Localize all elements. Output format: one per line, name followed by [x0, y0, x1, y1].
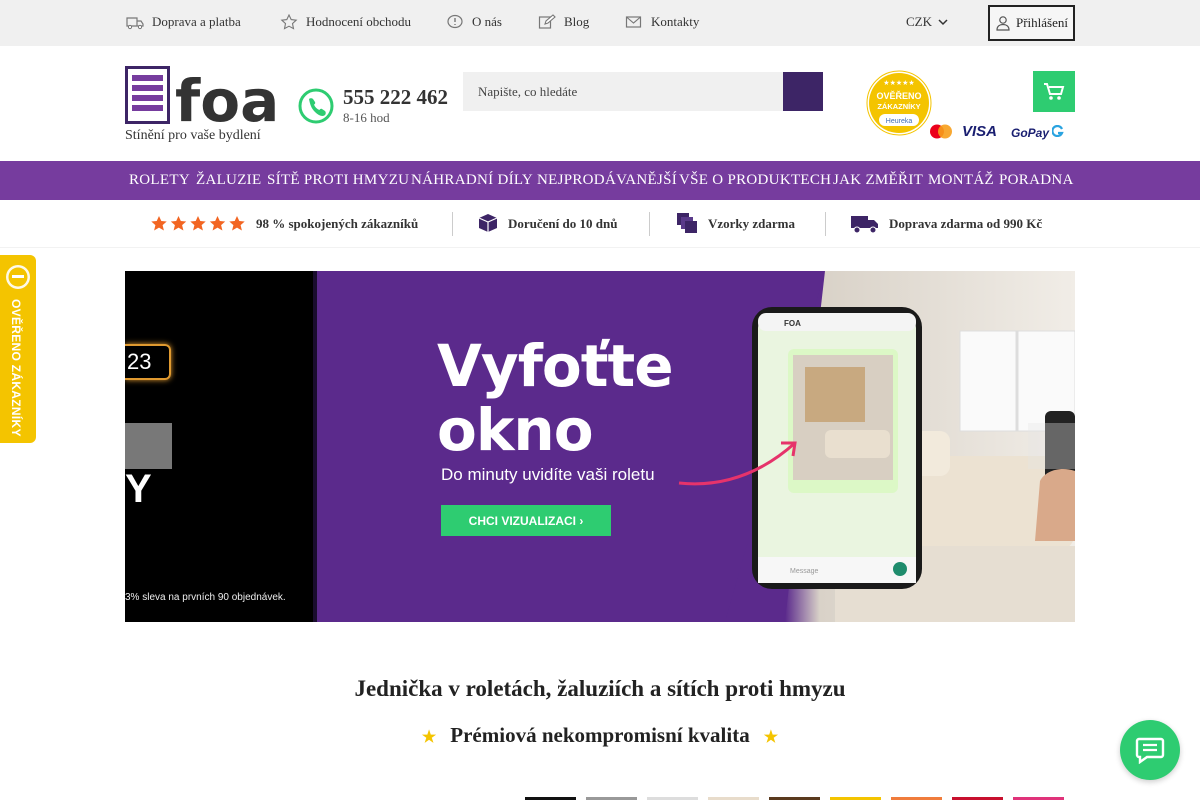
hero-banner[interactable]: 23 Y 3% sleva na prvních 90 objednávek. … — [125, 271, 1075, 622]
promo-code: 23 — [125, 344, 171, 380]
benefit-samples: Vzorky zdarma — [708, 216, 796, 231]
user-icon — [996, 16, 1010, 31]
login-label: Přihlášení — [1016, 15, 1068, 30]
main-nav: ROLETY ŽALUZIE SÍTĚ PROTI HMYZU NÁHRADNÍ… — [0, 161, 1200, 200]
carousel-next-button[interactable] — [1028, 423, 1075, 469]
side-tab-label: OVĚŘENO ZÁKAZNÍKY — [9, 299, 23, 437]
five-stars-icon — [151, 216, 245, 231]
benefits-bar: 98 % spokojených zákazníků Doručení do 1… — [0, 200, 1200, 248]
promo-letter: Y — [125, 467, 152, 511]
mastercard-icon — [930, 124, 952, 139]
verified-side-tab[interactable]: OVĚŘENO ZÁKAZNÍKY — [0, 255, 36, 443]
search-button[interactable] — [783, 72, 823, 111]
box-icon — [478, 214, 498, 232]
truck-icon — [126, 17, 144, 30]
visualization-cta-button[interactable]: CHCI VIZUALIZACI › — [441, 505, 611, 536]
topbar-link-label: O nás — [472, 14, 502, 29]
top-bar: Doprava a platba Hodnocení obchodu O nás… — [0, 0, 1200, 46]
login-button[interactable]: Přihlášení — [988, 5, 1075, 41]
topbar-link-label: Blog — [564, 14, 590, 29]
logo-text: foa — [175, 67, 279, 126]
badge-line1: OVĚŘENO — [876, 90, 921, 101]
samples-icon — [677, 213, 697, 233]
topbar-link-shipping[interactable]: Doprava a platba — [126, 14, 241, 30]
svg-text:★★★★★: ★★★★★ — [883, 79, 914, 87]
cart-icon — [1044, 82, 1065, 100]
benefit-divider — [825, 212, 826, 236]
pink-arrow-icon — [678, 441, 797, 486]
currency-value: CZK — [906, 14, 932, 29]
nav-item-vse-o-produktech[interactable]: VŠE O PRODUKTECH — [679, 172, 831, 189]
cart-button[interactable] — [1033, 71, 1075, 112]
delivery-truck-icon — [851, 216, 878, 234]
banner-headline-1: Vyfoťte — [437, 332, 674, 400]
benefit-free-shipping: Doprava zdarma od 990 Kč — [889, 216, 1043, 231]
heureka-mini-badge-icon — [6, 265, 30, 289]
section-subline: ★ Prémiová nekompromisní kvalita ★ — [0, 723, 1200, 748]
star-icon: ★ — [763, 729, 779, 746]
topbar-link-label: Kontakty — [651, 14, 700, 29]
mail-icon — [625, 16, 642, 28]
gopay-g-icon — [1051, 124, 1065, 138]
topbar-link-reviews[interactable]: Hodnocení obchodu — [280, 14, 411, 30]
benefit-delivery: Doručení do 10 dnů — [508, 216, 618, 231]
phone-icon — [298, 88, 334, 124]
slide-divider — [313, 271, 317, 622]
nav-item-rolety[interactable]: ROLETY — [129, 172, 190, 189]
badge-brand: Heureka — [886, 118, 913, 125]
nav-item-jak-zmerit[interactable]: JAK ZMĚŘIT — [833, 172, 923, 189]
nav-item-zaluzie[interactable]: ŽALUZIE — [196, 172, 261, 189]
visa-logo: VISA — [962, 123, 998, 140]
topbar-link-blog[interactable]: Blog — [538, 14, 589, 30]
section-headline: Jednička v roletách, žaluziích a sítích … — [354, 676, 846, 701]
topbar-link-label: Hodnocení obchodu — [306, 14, 412, 29]
gopay-logo: GoPay — [1011, 124, 1065, 140]
edit-icon — [538, 14, 556, 29]
benefit-divider — [649, 212, 650, 236]
heureka-badge[interactable]: ★★★★★ OVĚŘENO ZÁKAZNÍKY Heureka — [866, 70, 932, 136]
carousel-prev-button[interactable] — [125, 423, 172, 469]
tagline: Stínění pro vaše bydlení — [125, 128, 261, 143]
promo-note: 3% sleva na prvních 90 objednávek. — [125, 592, 286, 603]
chat-bubble-icon — [1135, 737, 1165, 764]
nav-item-nahradni-dily[interactable]: NÁHRADNÍ DÍLY — [411, 172, 533, 189]
badge-line2: ZÁKAZNÍKY — [877, 102, 920, 111]
nav-item-montaz[interactable]: MONTÁŽ — [928, 172, 994, 189]
phone-number[interactable]: 555 222 462 — [343, 85, 448, 110]
search-input[interactable] — [463, 72, 783, 111]
benefit-divider — [452, 212, 453, 236]
subline-text: Prémiová nekompromisní kvalita — [450, 723, 750, 747]
chat-button[interactable] — [1120, 720, 1180, 780]
phone-app-title: FOA — [784, 319, 801, 328]
info-bubble-icon — [447, 14, 463, 29]
foa-logo[interactable]: foa — [125, 66, 290, 126]
nav-item-nejprodavanejsi[interactable]: NEJPRODÁVANĚJŠÍ — [537, 172, 677, 189]
benefit-satisfaction: 98 % spokojených zákazníků — [256, 216, 419, 231]
nav-item-site[interactable]: SÍTĚ PROTI HMYZU — [267, 172, 409, 189]
nav-item-poradna[interactable]: PORADNA — [999, 172, 1074, 189]
topbar-link-about[interactable]: O nás — [446, 14, 502, 30]
gopay-text: GoPay — [1011, 126, 1050, 140]
chevron-down-icon — [938, 19, 948, 26]
star-outline-icon — [280, 14, 298, 30]
banner-subtitle: Do minuty uvidíte vaši roletu — [441, 465, 655, 484]
banner-headline-2: okno — [437, 396, 594, 464]
topbar-link-contacts[interactable]: Kontakty — [625, 14, 699, 30]
phone-hours: 8-16 hod — [343, 110, 390, 125]
topbar-link-label: Doprava a platba — [152, 14, 241, 29]
currency-select[interactable]: CZK — [906, 14, 948, 30]
star-icon: ★ — [421, 729, 437, 746]
message-placeholder: Message — [790, 568, 819, 575]
